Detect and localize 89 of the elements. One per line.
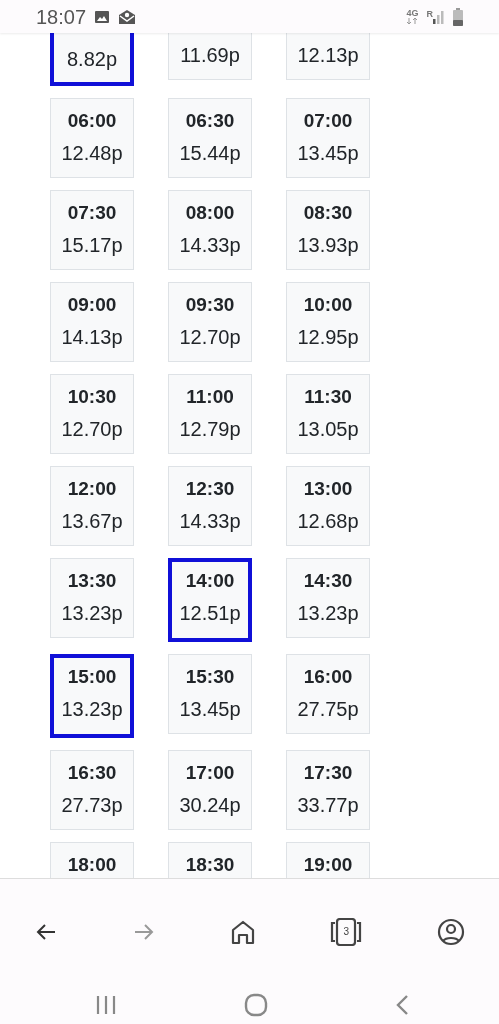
time-slot[interactable]: 08:30 13.93p [286, 190, 370, 270]
slot-time: 12:30 [185, 477, 235, 501]
slot-price: 13.05p [297, 417, 359, 442]
slot-price: 27.73p [61, 793, 123, 818]
slot-time: 07:00 [303, 109, 353, 133]
slot-time: 14:30 [303, 569, 353, 593]
time-slot[interactable]: 08:00 14.33p [168, 190, 252, 270]
slot-price: 30.24p [179, 793, 241, 818]
time-slot[interactable]: 16:30 27.73p [50, 750, 134, 830]
slot-price: 12.70p [61, 417, 123, 442]
slot-price: 27.75p [297, 697, 359, 722]
time-slot[interactable]: 12.13p [286, 33, 370, 80]
slot-price: 13.67p [61, 509, 123, 534]
slot-price: 12.79p [179, 417, 241, 442]
time-slot[interactable]: 15:30 13.45p [168, 654, 252, 734]
slot-time: 06:00 [67, 109, 117, 133]
slot-price: 12.51p [179, 601, 241, 626]
time-slot[interactable]: 11:00 12.79p [168, 374, 252, 454]
time-slot[interactable]: 14:00 12.51p [168, 558, 252, 642]
slot-price: 12.13p [297, 43, 359, 68]
slot-price: 13.45p [179, 697, 241, 722]
time-slot[interactable]: 17:30 33.77p [286, 750, 370, 830]
time-slot[interactable]: 16:00 27.75p [286, 654, 370, 734]
time-slot[interactable]: 12:00 13.67p [50, 466, 134, 546]
slot-time: 13:30 [67, 569, 117, 593]
slot-time: 15:30 [185, 665, 235, 689]
slot-time: 11:30 [304, 385, 352, 409]
time-slot[interactable]: 06:30 15.44p [168, 98, 252, 178]
tab-count: 3 [343, 927, 350, 937]
time-slot[interactable]: 15:00 13.23p [50, 654, 134, 738]
slot-price: 14.13p [61, 325, 123, 350]
slot-time: 11:00 [186, 385, 234, 409]
clock-text: 18:07 [36, 4, 87, 30]
slot-time: 12:00 [67, 477, 117, 501]
slot-time: 17:00 [185, 761, 235, 785]
slot-price: 12.70p [179, 325, 241, 350]
slot-time: 08:30 [303, 201, 353, 225]
slot-time: 16:00 [303, 665, 353, 689]
time-slot[interactable]: 11.69p [168, 33, 252, 80]
time-slot[interactable]: 09:30 12.70p [168, 282, 252, 362]
time-slot[interactable]: 18:30 [168, 842, 252, 878]
slot-time: 18:30 [185, 853, 235, 877]
slot-time: 10:00 [303, 293, 353, 317]
slot-time: 16:30 [67, 761, 117, 785]
slot-price: 14.33p [179, 233, 241, 258]
network-text: 4G [406, 9, 419, 18]
slot-price: 12.95p [297, 325, 359, 350]
time-slot[interactable]: 13:00 12.68p [286, 466, 370, 546]
slot-price: 15.44p [179, 141, 241, 166]
tabs-button[interactable]: 3 [325, 914, 368, 950]
time-slot[interactable]: 07:30 15.17p [50, 190, 134, 270]
slot-time: 15:00 [67, 665, 117, 689]
slot-price: 33.77p [297, 793, 359, 818]
time-slot[interactable]: 18:00 [50, 842, 134, 878]
time-slot[interactable]: 8.82p [50, 33, 134, 86]
time-slot[interactable]: 13:30 13.23p [50, 558, 134, 638]
slot-price: 12.48p [61, 141, 123, 166]
time-slot[interactable]: 09:00 14.13p [50, 282, 134, 362]
slot-time: 17:30 [303, 761, 353, 785]
time-slot[interactable]: 10:30 12.70p [50, 374, 134, 454]
time-slot[interactable]: 14:30 13.23p [286, 558, 370, 638]
slot-price: 12.68p [297, 509, 359, 534]
slot-time: 06:30 [185, 109, 235, 133]
slot-time: 14:00 [185, 569, 235, 593]
slot-price: 13.23p [61, 601, 123, 626]
slot-time: 18:00 [67, 853, 117, 877]
slot-time: 08:00 [185, 201, 235, 225]
time-slot[interactable]: 06:00 12.48p [50, 98, 134, 178]
slot-time: 09:30 [185, 293, 235, 317]
slot-price: 14.33p [179, 509, 241, 534]
slot-time: 07:30 [67, 201, 117, 225]
slot-price: 11.69p [180, 43, 240, 68]
slot-price: 15.17p [61, 233, 123, 258]
time-slot[interactable]: 11:30 13.05p [286, 374, 370, 454]
time-slot[interactable]: 10:00 12.95p [286, 282, 370, 362]
slot-time: 10:30 [67, 385, 117, 409]
slot-price: 8.82p [66, 47, 118, 72]
slot-time: 09:00 [67, 293, 117, 317]
time-slot[interactable]: 12:30 14.33p [168, 466, 252, 546]
slot-price: 13.45p [297, 141, 359, 166]
slot-price: 13.93p [297, 233, 359, 258]
slot-price: 13.23p [61, 697, 123, 722]
time-slot[interactable]: 17:00 30.24p [168, 750, 252, 830]
slot-time: 13:00 [303, 477, 353, 501]
slot-time: 19:00 [303, 853, 353, 877]
roaming-text: R [426, 9, 433, 19]
time-slot[interactable]: 19:00 [286, 842, 370, 878]
time-slot[interactable]: 07:00 13.45p [286, 98, 370, 178]
slot-price: 13.23p [297, 601, 359, 626]
